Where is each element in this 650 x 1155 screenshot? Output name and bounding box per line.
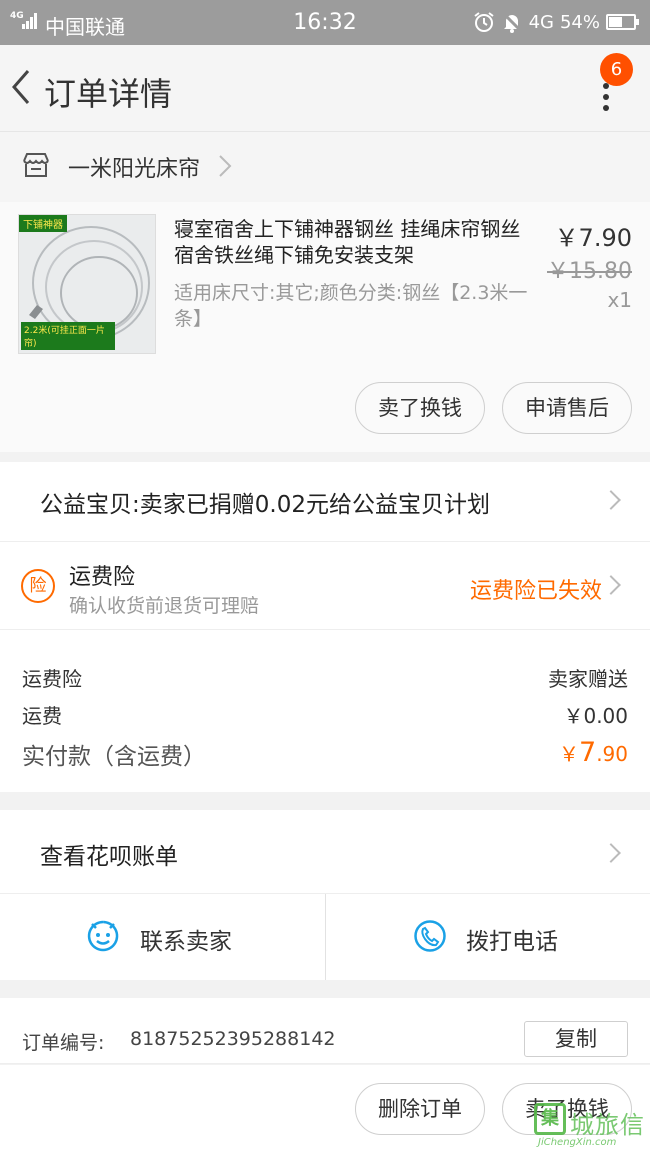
fee-summary: 运费险 卖家赠送 运费 ￥0.00 实付款（含运费） ￥7.90: [0, 630, 650, 792]
chevron-right-icon: [601, 843, 621, 863]
fee-value: 卖家赠送: [548, 667, 628, 691]
status-right: 4G 54%: [473, 11, 639, 33]
contact-seller-button[interactable]: 联系卖家: [0, 894, 325, 980]
product-quantity: x1: [607, 288, 632, 312]
chevron-right-icon: [601, 490, 621, 510]
phone-icon: [414, 920, 446, 952]
battery-icon: [606, 14, 639, 30]
order-number-label: 订单编号:: [22, 1032, 105, 1054]
back-icon[interactable]: [8, 67, 34, 107]
fee-row-paid: 实付款（含运费） ￥7.90: [22, 737, 628, 771]
call-phone-label: 拨打电话: [466, 929, 558, 955]
image-caption: 2.2米(可挂正面一片帘): [21, 322, 115, 350]
paid-decimal: .90: [596, 742, 628, 766]
image-tag: 下铺神器: [19, 215, 67, 232]
notification-badge: 6: [600, 53, 633, 86]
shop-row[interactable]: 一米阳光床帘: [0, 132, 650, 202]
charity-row[interactable]: 公益宝贝:卖家已捐赠0.02元给公益宝贝计划: [0, 462, 650, 542]
fee-label: 运费险: [22, 667, 82, 691]
huabei-bill-text: 查看花呗账单: [40, 844, 178, 870]
chevron-right-icon: [601, 575, 621, 595]
watermark-cn: 城旅信: [570, 1111, 645, 1139]
product-price: ￥7.90: [554, 224, 632, 252]
shop-name[interactable]: 一米阳光床帘: [68, 151, 200, 183]
fee-row-insurance: 运费险 卖家赠送: [22, 663, 628, 692]
network-type: 4G: [528, 11, 554, 33]
order-item[interactable]: 下铺神器 2.2米(可挂正面一片帘) 寝室宿舍上下铺神器钢丝 挂绳床帘钢丝 宿舍…: [0, 202, 650, 452]
fee-label: 运费: [22, 704, 62, 728]
paid-integer: 7: [579, 737, 597, 768]
battery-percent: 54%: [559, 11, 600, 33]
mute-bell-icon: [502, 12, 521, 33]
watermark-mark: 集: [534, 1103, 566, 1135]
chat-face-icon: [87, 920, 119, 952]
watermark-logo: 集 城旅信 JiChengXin.com: [534, 1103, 646, 1153]
insurance-subtitle: 确认收货前退货可理赔: [69, 595, 260, 617]
paid-currency: ￥: [559, 742, 579, 766]
original-price: ￥15.80: [547, 259, 632, 284]
status-bar: 4G 中国联通 16:32 4G 54%: [0, 0, 650, 45]
contact-seller-label: 联系卖家: [140, 929, 232, 955]
order-number-row: 订单编号: 81875252395288142 复制: [0, 998, 650, 1064]
after-sales-button[interactable]: 申请售后: [502, 382, 632, 434]
delete-order-button[interactable]: 删除订单: [355, 1083, 485, 1135]
paid-label: 实付款（含运费）: [22, 744, 206, 770]
copy-button[interactable]: 复制: [524, 1021, 628, 1057]
shipping-insurance-row[interactable]: 险 运费险 确认收货前退货可理赔 运费险已失效: [0, 542, 650, 630]
watermark-en: JiChengXin.com: [538, 1137, 617, 1148]
fee-row-shipping: 运费 ￥0.00: [22, 700, 628, 729]
insurance-icon: 险: [21, 569, 55, 603]
fee-value: ￥0.00: [563, 704, 628, 728]
insurance-status: 运费险已失效: [469, 579, 602, 604]
product-sku: 适用床尺寸:其它;颜色分类:钢丝【2.3米一条】: [174, 282, 528, 330]
order-number: 81875252395288142: [130, 1028, 336, 1050]
product-title[interactable]: 寝室宿舍上下铺神器钢丝 挂绳床帘钢丝 宿舍铁丝绳下铺免安装支架: [174, 216, 534, 268]
chevron-right-icon: [219, 155, 232, 177]
call-phone-button[interactable]: 拨打电话: [325, 894, 650, 980]
paid-amount: ￥7.90: [559, 737, 628, 771]
page-title: 订单详情: [44, 75, 173, 113]
insurance-title: 运费险: [69, 565, 136, 590]
more-menu-icon[interactable]: [598, 83, 614, 115]
product-thumbnail[interactable]: 下铺神器 2.2米(可挂正面一片帘): [18, 214, 156, 354]
sell-for-cash-button[interactable]: 卖了换钱: [355, 382, 485, 434]
store-icon: [23, 153, 49, 177]
huabei-bill-row[interactable]: 查看花呗账单: [0, 810, 650, 894]
charity-text: 公益宝贝:卖家已捐赠0.02元给公益宝贝计划: [40, 492, 490, 518]
nav-bar: 订单详情 6: [0, 45, 650, 132]
alarm-icon: [473, 12, 494, 32]
contact-bar: 联系卖家 拨打电话: [0, 894, 650, 980]
